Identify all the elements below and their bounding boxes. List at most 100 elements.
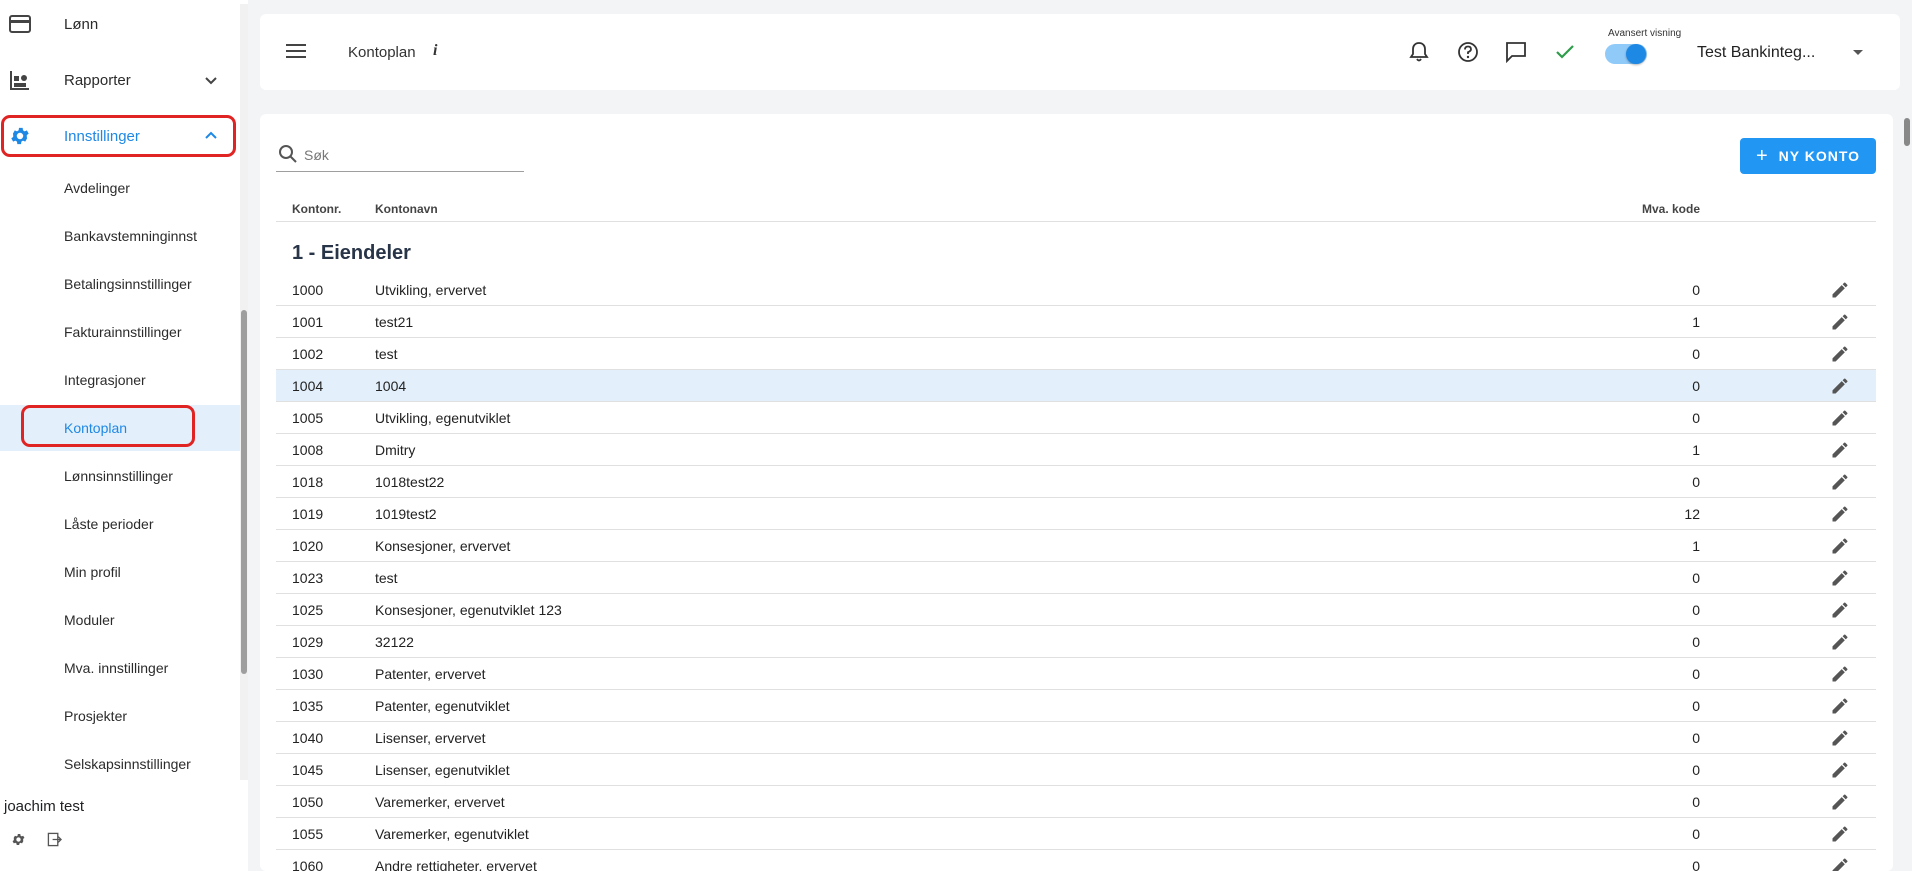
edit-icon[interactable]	[1830, 376, 1850, 396]
cell-mva: 0	[1692, 730, 1700, 746]
table-row[interactable]: 1040 Lisenser, ervervet 0	[276, 722, 1876, 754]
sidebar-sub-label: Låste perioder	[64, 516, 154, 532]
advanced-view-label: Avansert visning	[1608, 28, 1682, 39]
sidebar-item-innstillinger[interactable]: Innstillinger	[0, 114, 240, 158]
table-row[interactable]: 1001 test21 1	[276, 306, 1876, 338]
edit-icon[interactable]	[1830, 824, 1850, 844]
edit-icon[interactable]	[1830, 568, 1850, 588]
edit-icon[interactable]	[1830, 728, 1850, 748]
sidebar-sub-bankavstemninginnst[interactable]: Bankavstemninginnst	[0, 213, 240, 259]
table-row[interactable]: 1055 Varemerker, egenutviklet 0	[276, 818, 1876, 850]
cell-kontonr: 1001	[292, 314, 324, 330]
edit-icon[interactable]	[1830, 504, 1850, 524]
plus-icon: +	[1755, 145, 1769, 167]
table-row[interactable]: 1023 test 0	[276, 562, 1876, 594]
edit-icon[interactable]	[1830, 664, 1850, 684]
column-header-mva[interactable]: Mva. kode	[1642, 202, 1700, 216]
sidebar-sub-lonnsinnstillinger[interactable]: Lønnsinnstillinger	[0, 453, 240, 499]
sidebar-sub-prosjekter[interactable]: Prosjekter	[0, 693, 240, 739]
sidebar-sub-fakturainnstillinger[interactable]: Fakturainnstillinger	[0, 309, 240, 355]
sidebar-sub-label: Prosjekter	[64, 708, 128, 724]
cell-mva: 0	[1692, 634, 1700, 650]
edit-icon[interactable]	[1830, 632, 1850, 652]
toggle-knob	[1626, 44, 1646, 64]
sidebar-sub-min-profil[interactable]: Min profil	[0, 549, 240, 595]
menu-icon[interactable]	[286, 43, 306, 59]
table-row[interactable]: 1018 1018test22 0	[276, 466, 1876, 498]
sidebar-sub-selskapsinnstillinger[interactable]: Selskapsinnstillinger	[0, 741, 240, 787]
main-scrollbar-thumb[interactable]	[1904, 118, 1910, 146]
edit-icon[interactable]	[1830, 696, 1850, 716]
settings-gear-icon[interactable]	[9, 830, 27, 848]
chat-icon[interactable]	[1504, 40, 1528, 64]
cell-kontonavn: 1004	[375, 378, 407, 394]
help-icon[interactable]	[1456, 40, 1480, 64]
cell-mva: 12	[1684, 506, 1700, 522]
edit-icon[interactable]	[1830, 760, 1850, 780]
edit-icon[interactable]	[1830, 472, 1850, 492]
sidebar-sub-avdelinger[interactable]: Avdelinger	[0, 165, 240, 211]
column-header-kontonavn[interactable]: Kontonavn	[375, 202, 438, 216]
sidebar-sub-label: Avdelinger	[64, 180, 130, 196]
table-row[interactable]: 1025 Konsesjoner, egenutviklet 123 0	[276, 594, 1876, 626]
account-table-body: 1000 Utvikling, ervervet 0 1001 test21 1 1002 t…	[276, 274, 1876, 871]
sidebar-sub-betalingsinnstillinger[interactable]: Betalingsinnstillinger	[0, 261, 240, 307]
table-row[interactable]: 1050 Varemerker, ervervet 0	[276, 786, 1876, 818]
info-icon[interactable]: i	[433, 42, 437, 60]
table-row[interactable]: 1045 Lisenser, egenutviklet 0	[276, 754, 1876, 786]
edit-icon[interactable]	[1830, 536, 1850, 556]
table-header: Kontonr. Kontonavn Mva. kode	[276, 190, 1876, 222]
cell-mva: 0	[1692, 602, 1700, 618]
table-row[interactable]: 1008 Dmitry 1	[276, 434, 1876, 466]
search-icon	[279, 145, 297, 163]
cell-kontonavn: Patenter, ervervet	[375, 666, 486, 682]
edit-icon[interactable]	[1830, 440, 1850, 460]
sidebar-sub-moduler[interactable]: Moduler	[0, 597, 240, 643]
sidebar-item-rapporter[interactable]: Rapporter	[0, 58, 240, 102]
edit-icon[interactable]	[1830, 856, 1850, 871]
table-row[interactable]: 1029 32122 0	[276, 626, 1876, 658]
cell-kontonavn: Dmitry	[375, 442, 416, 458]
new-account-button[interactable]: + NY KONTO	[1740, 138, 1876, 174]
sidebar-sub-integrasjoner[interactable]: Integrasjoner	[0, 357, 240, 403]
edit-icon[interactable]	[1830, 344, 1850, 364]
table-row[interactable]: 1005 Utvikling, egenutviklet 0	[276, 402, 1876, 434]
cell-kontonr: 1029	[292, 634, 324, 650]
cell-kontonavn: 1019test2	[375, 506, 437, 522]
logout-icon[interactable]	[45, 830, 63, 848]
cell-mva: 0	[1692, 762, 1700, 778]
sidebar-scrollbar-thumb[interactable]	[241, 310, 247, 674]
edit-icon[interactable]	[1830, 408, 1850, 428]
table-row[interactable]: 1002 test 0	[276, 338, 1876, 370]
edit-icon[interactable]	[1830, 312, 1850, 332]
sidebar: Lønn Rapporter Innstillinger Avdelinger …	[0, 0, 248, 871]
advanced-view-toggle[interactable]	[1605, 44, 1647, 64]
edit-icon[interactable]	[1830, 280, 1850, 300]
cell-kontonavn: Varemerker, egenutviklet	[375, 826, 529, 842]
edit-icon[interactable]	[1830, 600, 1850, 620]
sidebar-sub-mva-innstillinger[interactable]: Mva. innstillinger	[0, 645, 240, 691]
sidebar-sub-laste-perioder[interactable]: Låste perioder	[0, 501, 240, 547]
chevron-down-icon	[205, 77, 217, 85]
cell-kontonr: 1060	[292, 858, 324, 871]
table-row[interactable]: 1004 1004 0	[276, 370, 1876, 402]
bell-icon[interactable]	[1407, 40, 1431, 64]
cell-mva: 0	[1692, 666, 1700, 682]
chevron-up-icon	[205, 131, 217, 139]
sidebar-sub-kontoplan[interactable]: Kontoplan	[0, 405, 240, 451]
table-row[interactable]: 1030 Patenter, ervervet 0	[276, 658, 1876, 690]
table-row[interactable]: 1000 Utvikling, ervervet 0	[276, 274, 1876, 306]
company-selector[interactable]: Test Bankinteg...	[1697, 44, 1815, 62]
table-row[interactable]: 1019 1019test2 12	[276, 498, 1876, 530]
table-row[interactable]: 1020 Konsesjoner, ervervet 1	[276, 530, 1876, 562]
cell-kontonavn: 32122	[375, 634, 414, 650]
caret-down-icon[interactable]	[1853, 50, 1863, 55]
sidebar-sub-label: Selskapsinnstillinger	[64, 756, 191, 772]
table-row[interactable]: 1060 Andre rettigheter, ervervet 0	[276, 850, 1876, 871]
sidebar-item-lonn[interactable]: Lønn	[0, 2, 240, 46]
column-header-kontonr[interactable]: Kontonr.	[292, 202, 341, 216]
search-input[interactable]	[304, 144, 519, 166]
edit-icon[interactable]	[1830, 792, 1850, 812]
table-row[interactable]: 1035 Patenter, egenutviklet 0	[276, 690, 1876, 722]
new-account-label: NY KONTO	[1778, 148, 1861, 164]
